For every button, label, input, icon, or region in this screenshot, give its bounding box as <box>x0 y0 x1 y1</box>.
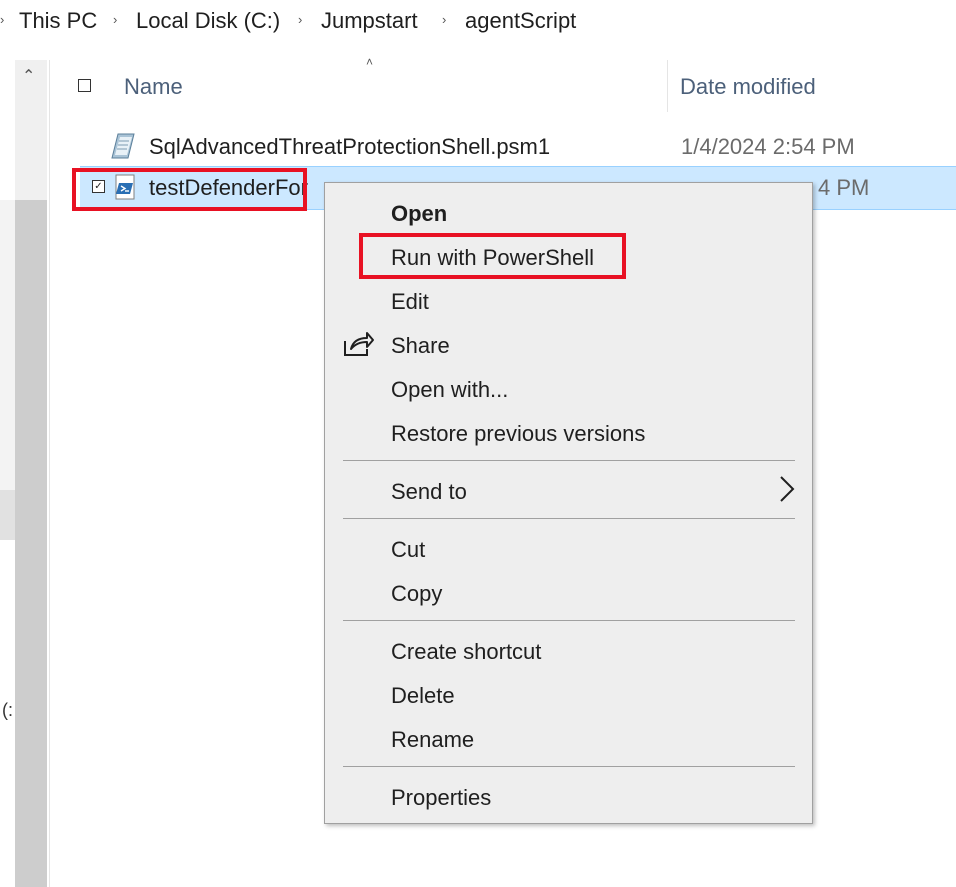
selected-file-highlight <box>72 168 307 211</box>
run-with-powershell-highlight <box>359 233 626 279</box>
menu-item-send-to[interactable]: Send to <box>391 479 467 505</box>
powershell-module-icon <box>111 133 135 159</box>
column-divider[interactable] <box>667 60 668 112</box>
breadcrumb-separator-icon[interactable]: › <box>442 12 446 27</box>
menu-separator <box>343 460 795 461</box>
menu-separator <box>343 766 795 767</box>
menu-item-open[interactable]: Open <box>391 201 447 227</box>
menu-item-copy[interactable]: Copy <box>391 581 442 607</box>
column-header-name[interactable]: Name <box>124 74 183 100</box>
select-all-checkbox[interactable] <box>78 79 91 92</box>
navigation-pane-label: (: <box>2 700 13 720</box>
menu-item-open-with[interactable]: Open with... <box>391 377 508 403</box>
menu-item-restore-previous-versions[interactable]: Restore previous versions <box>391 421 645 447</box>
file-date-modified: 4 PM <box>818 175 870 200</box>
menu-item-properties[interactable]: Properties <box>391 785 491 811</box>
column-header-date-modified[interactable]: Date modified <box>680 74 816 100</box>
menu-item-rename[interactable]: Rename <box>391 727 474 753</box>
scrollbar-thumb[interactable] <box>15 200 47 887</box>
sort-ascending-icon: ˄ <box>366 55 374 69</box>
breadcrumb-separator-icon: › <box>0 12 5 27</box>
breadcrumb-local-disk[interactable]: Local Disk (C:) <box>136 8 280 34</box>
menu-item-create-shortcut[interactable]: Create shortcut <box>391 639 541 665</box>
breadcrumb-separator-icon[interactable]: › <box>298 12 302 27</box>
breadcrumb-agentscript[interactable]: agentScript <box>465 8 576 34</box>
menu-item-share[interactable]: Share <box>391 333 450 359</box>
breadcrumb-jumpstart[interactable]: Jumpstart <box>321 8 418 34</box>
file-name[interactable]: SqlAdvancedThreatProtectionShell.psm1 <box>149 134 550 160</box>
chevron-right-icon <box>780 476 795 502</box>
menu-item-edit[interactable]: Edit <box>391 289 429 315</box>
navigation-pane-selection <box>0 200 15 490</box>
menu-item-cut[interactable]: Cut <box>391 537 425 563</box>
pane-divider[interactable] <box>49 60 50 887</box>
file-date-modified: 1/4/2024 2:54 PM <box>681 134 855 159</box>
breadcrumb-separator-icon[interactable]: › <box>113 12 117 27</box>
menu-separator <box>343 518 795 519</box>
menu-separator <box>343 620 795 621</box>
breadcrumb: › This PC › Local Disk (C:) › Jumpstart … <box>0 0 956 48</box>
breadcrumb-this-pc[interactable]: This PC <box>19 8 97 34</box>
menu-item-delete[interactable]: Delete <box>391 683 455 709</box>
navigation-pane-hover <box>0 490 15 540</box>
share-icon <box>344 332 374 356</box>
scroll-up-arrow-icon[interactable]: ⌃ <box>22 66 35 86</box>
file-row[interactable]: SqlAdvancedThreatProtectionShell.psm1 1/… <box>80 126 956 166</box>
